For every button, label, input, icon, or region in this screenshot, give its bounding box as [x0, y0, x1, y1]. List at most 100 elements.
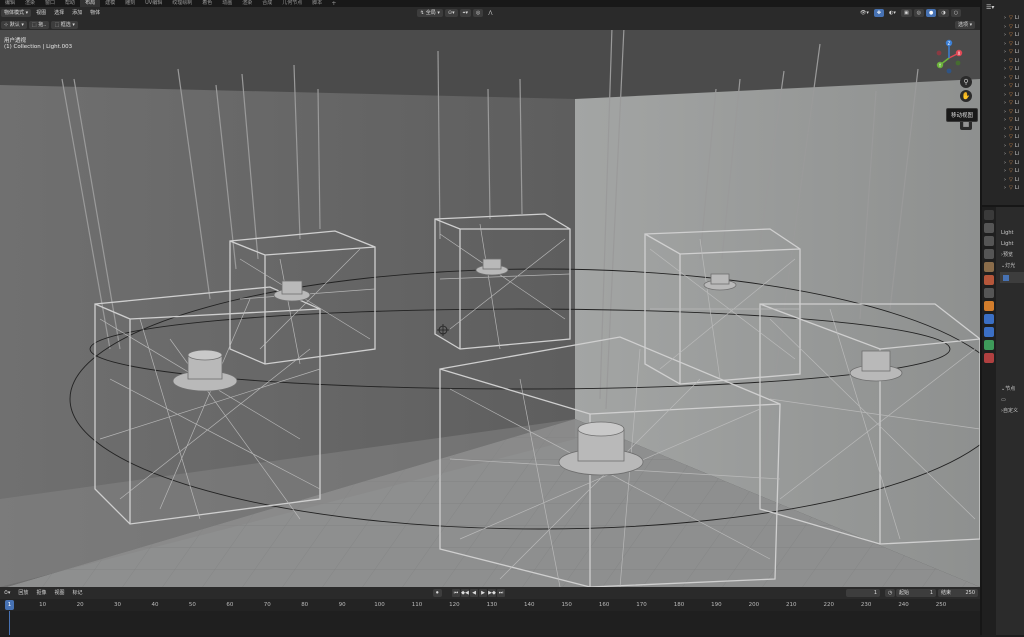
select-box-dropdown[interactable]: ⬚ 框选 ▾ [51, 20, 78, 29]
workspace-tab[interactable]: 着色 [197, 0, 217, 7]
object-name-row[interactable]: Light [998, 227, 1024, 238]
snap-icon[interactable]: ⌖▾ [459, 9, 471, 17]
expand-icon[interactable]: › [1004, 24, 1006, 30]
record-icon[interactable]: ⏺ [433, 589, 442, 597]
outliner-item[interactable]: › ▽ Li [982, 48, 1024, 57]
prev-keyframe-icon[interactable]: ◆◀ [461, 589, 469, 597]
outliner-item[interactable]: › ▽ Li [982, 74, 1024, 83]
expand-icon[interactable]: › [1004, 109, 1006, 115]
outliner-item[interactable]: › ▽ Li [982, 159, 1024, 168]
menu-playback[interactable]: 回放 [15, 589, 31, 597]
outliner-item[interactable]: › ▽ Li [982, 125, 1024, 134]
timeline-track[interactable] [0, 611, 980, 635]
next-keyframe-icon[interactable]: ▶◆ [488, 589, 496, 597]
outliner-item[interactable]: › ▽ Li [982, 14, 1024, 23]
expand-icon[interactable]: › [1004, 134, 1006, 140]
pivot-icon[interactable]: ⊙▾ [444, 9, 458, 17]
current-frame-indicator[interactable]: 1 [5, 600, 14, 610]
drag-dropdown[interactable]: ⬚ 拖.. [28, 20, 50, 29]
light-data-tab-icon[interactable] [984, 340, 994, 350]
expand-icon[interactable]: › [1004, 143, 1006, 149]
expand-icon[interactable]: › [1004, 32, 1006, 38]
physics-tab-icon[interactable] [984, 327, 994, 337]
output-tab-icon[interactable] [984, 236, 994, 246]
outliner-item[interactable]: › ▽ Li [982, 133, 1024, 142]
outliner-item[interactable]: › ▽ Li [982, 65, 1024, 74]
outliner-item[interactable]: › ▽ Li [982, 142, 1024, 151]
expand-icon[interactable]: › [1004, 168, 1006, 174]
play-reverse-icon[interactable]: ◀ [470, 589, 478, 597]
visibility-icon[interactable]: 👁▾ [857, 9, 872, 17]
light-panel[interactable]: ⌄ 灯光 [998, 260, 1024, 271]
scene-tab-icon[interactable] [984, 262, 994, 272]
expand-icon[interactable]: › [1004, 151, 1006, 157]
workspace-tab[interactable]: 帮助 [60, 0, 80, 7]
view-layer-tab-icon[interactable] [984, 249, 994, 259]
expand-icon[interactable]: › [1004, 66, 1006, 72]
outliner-item[interactable]: › ▽ Li [982, 99, 1024, 108]
mode-dropdown[interactable]: 物体模式 ▾ [1, 9, 32, 17]
modifier-tab-icon[interactable] [984, 314, 994, 324]
texture-tab-icon[interactable] [984, 353, 994, 363]
workspace-tab[interactable]: 渲染 [20, 0, 40, 7]
menu-timeline-view[interactable]: 视图 [51, 589, 67, 597]
outliner-item[interactable]: › ▽ Li [982, 184, 1024, 193]
proportional-edit-icon[interactable]: ◎ [472, 9, 484, 17]
shading-wire-icon[interactable]: ◎ [913, 9, 925, 17]
render-tab-icon[interactable] [984, 223, 994, 233]
shading-material-icon[interactable]: ◑ [938, 9, 949, 17]
current-frame-field[interactable]: 1 [846, 589, 880, 597]
play-icon[interactable]: ▶ [479, 589, 487, 597]
expand-icon[interactable]: › [1004, 126, 1006, 132]
outliner-item[interactable]: › ▽ Li [982, 91, 1024, 100]
workspace-tab[interactable]: 窗口 [40, 0, 60, 7]
outliner-editor-icon[interactable]: ☰▾ [986, 4, 994, 11]
shading-render-icon[interactable]: ○ [950, 9, 962, 17]
outliner-item[interactable]: › ▽ Li [982, 176, 1024, 185]
pivot-default-dropdown[interactable]: ⊹ 默认 ▾ [1, 20, 27, 29]
expand-icon[interactable]: › [1004, 15, 1006, 21]
zoom-icon[interactable]: ⚲ [960, 76, 972, 88]
menu-view[interactable]: 视图 [33, 9, 49, 17]
navigation-gizmo[interactable]: X Y Z [930, 39, 968, 77]
expand-icon[interactable]: › [1004, 177, 1006, 183]
outliner-item[interactable]: › ▽ Li [982, 40, 1024, 49]
outliner-item[interactable]: › ▽ Li [982, 82, 1024, 91]
workspace-tab[interactable]: 渲染 [237, 0, 257, 7]
workspace-tab[interactable]: 布局 [80, 0, 101, 7]
workspace-tab[interactable]: 动画 [217, 0, 237, 7]
outliner-item[interactable]: › ▽ Li [982, 108, 1024, 117]
preview-panel[interactable]: › 预览 [998, 249, 1024, 260]
workspace-tab[interactable]: 脚本 [307, 0, 327, 7]
outliner-item[interactable]: › ▽ Li [982, 150, 1024, 159]
menu-object[interactable]: 物体 [87, 9, 103, 17]
options-dropdown[interactable]: 选项 ▾ [955, 20, 976, 29]
pan-hand-icon[interactable]: ✋ [960, 90, 972, 102]
workspace-tab[interactable]: 合成 [257, 0, 277, 7]
expand-icon[interactable]: › [1004, 58, 1006, 64]
expand-icon[interactable]: › [1004, 117, 1006, 123]
gizmo-toggle-icon[interactable]: ✥ [873, 9, 885, 17]
world-tab-icon[interactable] [984, 275, 994, 285]
start-frame-field[interactable]: 起始 1 [896, 589, 936, 597]
timeline-mode-icon[interactable]: ⏱▾ [1, 589, 13, 597]
light-data-row[interactable]: Light [998, 238, 1024, 249]
outliner-item[interactable]: › ▽ Li [982, 167, 1024, 176]
light-type-selector[interactable] [1000, 272, 1024, 283]
outliner-item[interactable]: › ▽ Li [982, 31, 1024, 40]
menu-marker[interactable]: 标记 [69, 589, 85, 597]
collection-tab-icon[interactable] [984, 288, 994, 298]
timeline-ruler[interactable]: 1 10 20 30 40 50 60 70 80 90 100 110 120 130 140 150 16… [0, 599, 980, 611]
workspace-tab[interactable]: 编辑 [0, 0, 20, 7]
falloff-icon[interactable]: ⋀ [485, 9, 495, 17]
shading-solid-icon[interactable]: ● [926, 9, 937, 17]
workspace-tab[interactable]: 几何节点 [277, 0, 307, 7]
expand-icon[interactable]: › [1004, 49, 1006, 55]
jump-end-icon[interactable]: ⏭ [497, 589, 505, 597]
outliner-item[interactable]: › ▽ Li [982, 23, 1024, 32]
expand-icon[interactable]: › [1004, 100, 1006, 106]
nodes-button[interactable]: ▭ [998, 394, 1024, 405]
expand-icon[interactable]: › [1004, 160, 1006, 166]
orientation-dropdown[interactable]: ↯ 全局 ▾ [417, 9, 443, 17]
menu-select[interactable]: 选择 [51, 9, 67, 17]
